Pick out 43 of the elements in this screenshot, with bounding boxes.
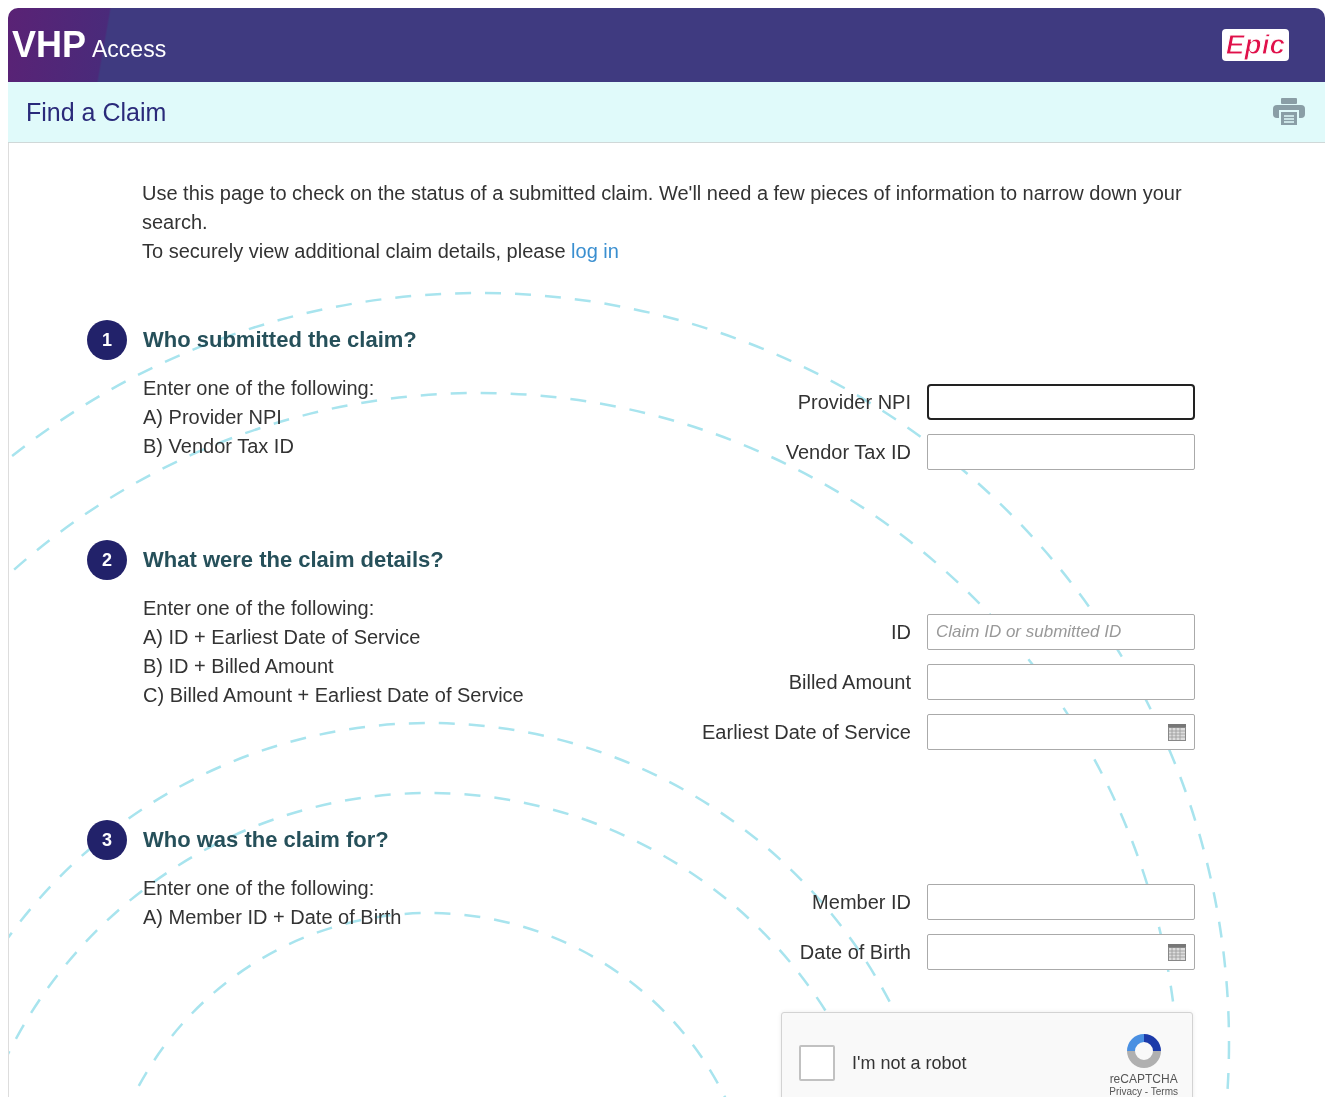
field-label: Vendor Tax ID (784, 440, 911, 464)
date-field[interactable] (927, 714, 1195, 750)
instruction-text: Enter one of the following: (143, 596, 376, 621)
instruction-text: C) Billed Amount + Earliest Date of Service (143, 683, 524, 708)
section-heading: What were the claim details? (143, 547, 444, 573)
step-number: 3 (87, 820, 127, 860)
text-field[interactable] (927, 434, 1195, 470)
text-field[interactable] (927, 664, 1195, 700)
date-field[interactable] (927, 934, 1195, 970)
section-heading: Who was the claim for? (143, 827, 389, 853)
intro-text: Use this page to check on the status of a submitted claim. We'll need a few pieces of information to narrow down your search. (142, 181, 1183, 235)
step-number: 1 (87, 320, 127, 360)
logo-subtitle: Access (92, 36, 167, 63)
instruction-text: Enter one of the following: (143, 376, 375, 401)
field-label: Member ID (811, 890, 911, 914)
instruction-text: B) ID + Billed Amount (143, 654, 335, 679)
instruction-text: B) Vendor Tax ID (143, 434, 295, 459)
step-number: 2 (87, 540, 127, 580)
text-field[interactable] (927, 384, 1195, 420)
recaptcha-brand: reCAPTCHA (1109, 1071, 1178, 1086)
calendar-icon[interactable] (1168, 943, 1186, 961)
captcha-label: I'm not a robot (852, 1052, 968, 1074)
instruction-text: A) Provider NPI (143, 405, 283, 430)
login-prompt: To securely view additional claim details, please (142, 240, 567, 262)
calendar-icon[interactable] (1168, 723, 1186, 741)
print-icon[interactable] (1273, 98, 1305, 126)
instruction-text: Enter one of the following: (143, 876, 376, 901)
page-title: Find a Claim (26, 97, 167, 127)
instruction-text: A) Member ID + Date of Birth (143, 905, 402, 930)
text-field[interactable]: Claim ID or submitted ID (927, 614, 1195, 650)
privacy-terms-links[interactable]: Privacy - Terms (1109, 1085, 1178, 1097)
section-heading: Who submitted the claim? (143, 327, 417, 353)
text-field[interactable] (927, 884, 1195, 920)
login-link[interactable]: log in (571, 240, 619, 262)
field-label: Provider NPI (796, 390, 911, 414)
field-label: Date of Birth (798, 940, 911, 964)
instruction-text: A) ID + Earliest Date of Service (143, 625, 422, 650)
field-label: Earliest Date of Service (701, 720, 911, 744)
field-label: ID (890, 620, 911, 644)
captcha-checkbox[interactable] (799, 1045, 835, 1081)
logo: VHP (12, 24, 87, 66)
brand-logo: Epic (1221, 29, 1289, 61)
field-label: Billed Amount (787, 670, 911, 694)
